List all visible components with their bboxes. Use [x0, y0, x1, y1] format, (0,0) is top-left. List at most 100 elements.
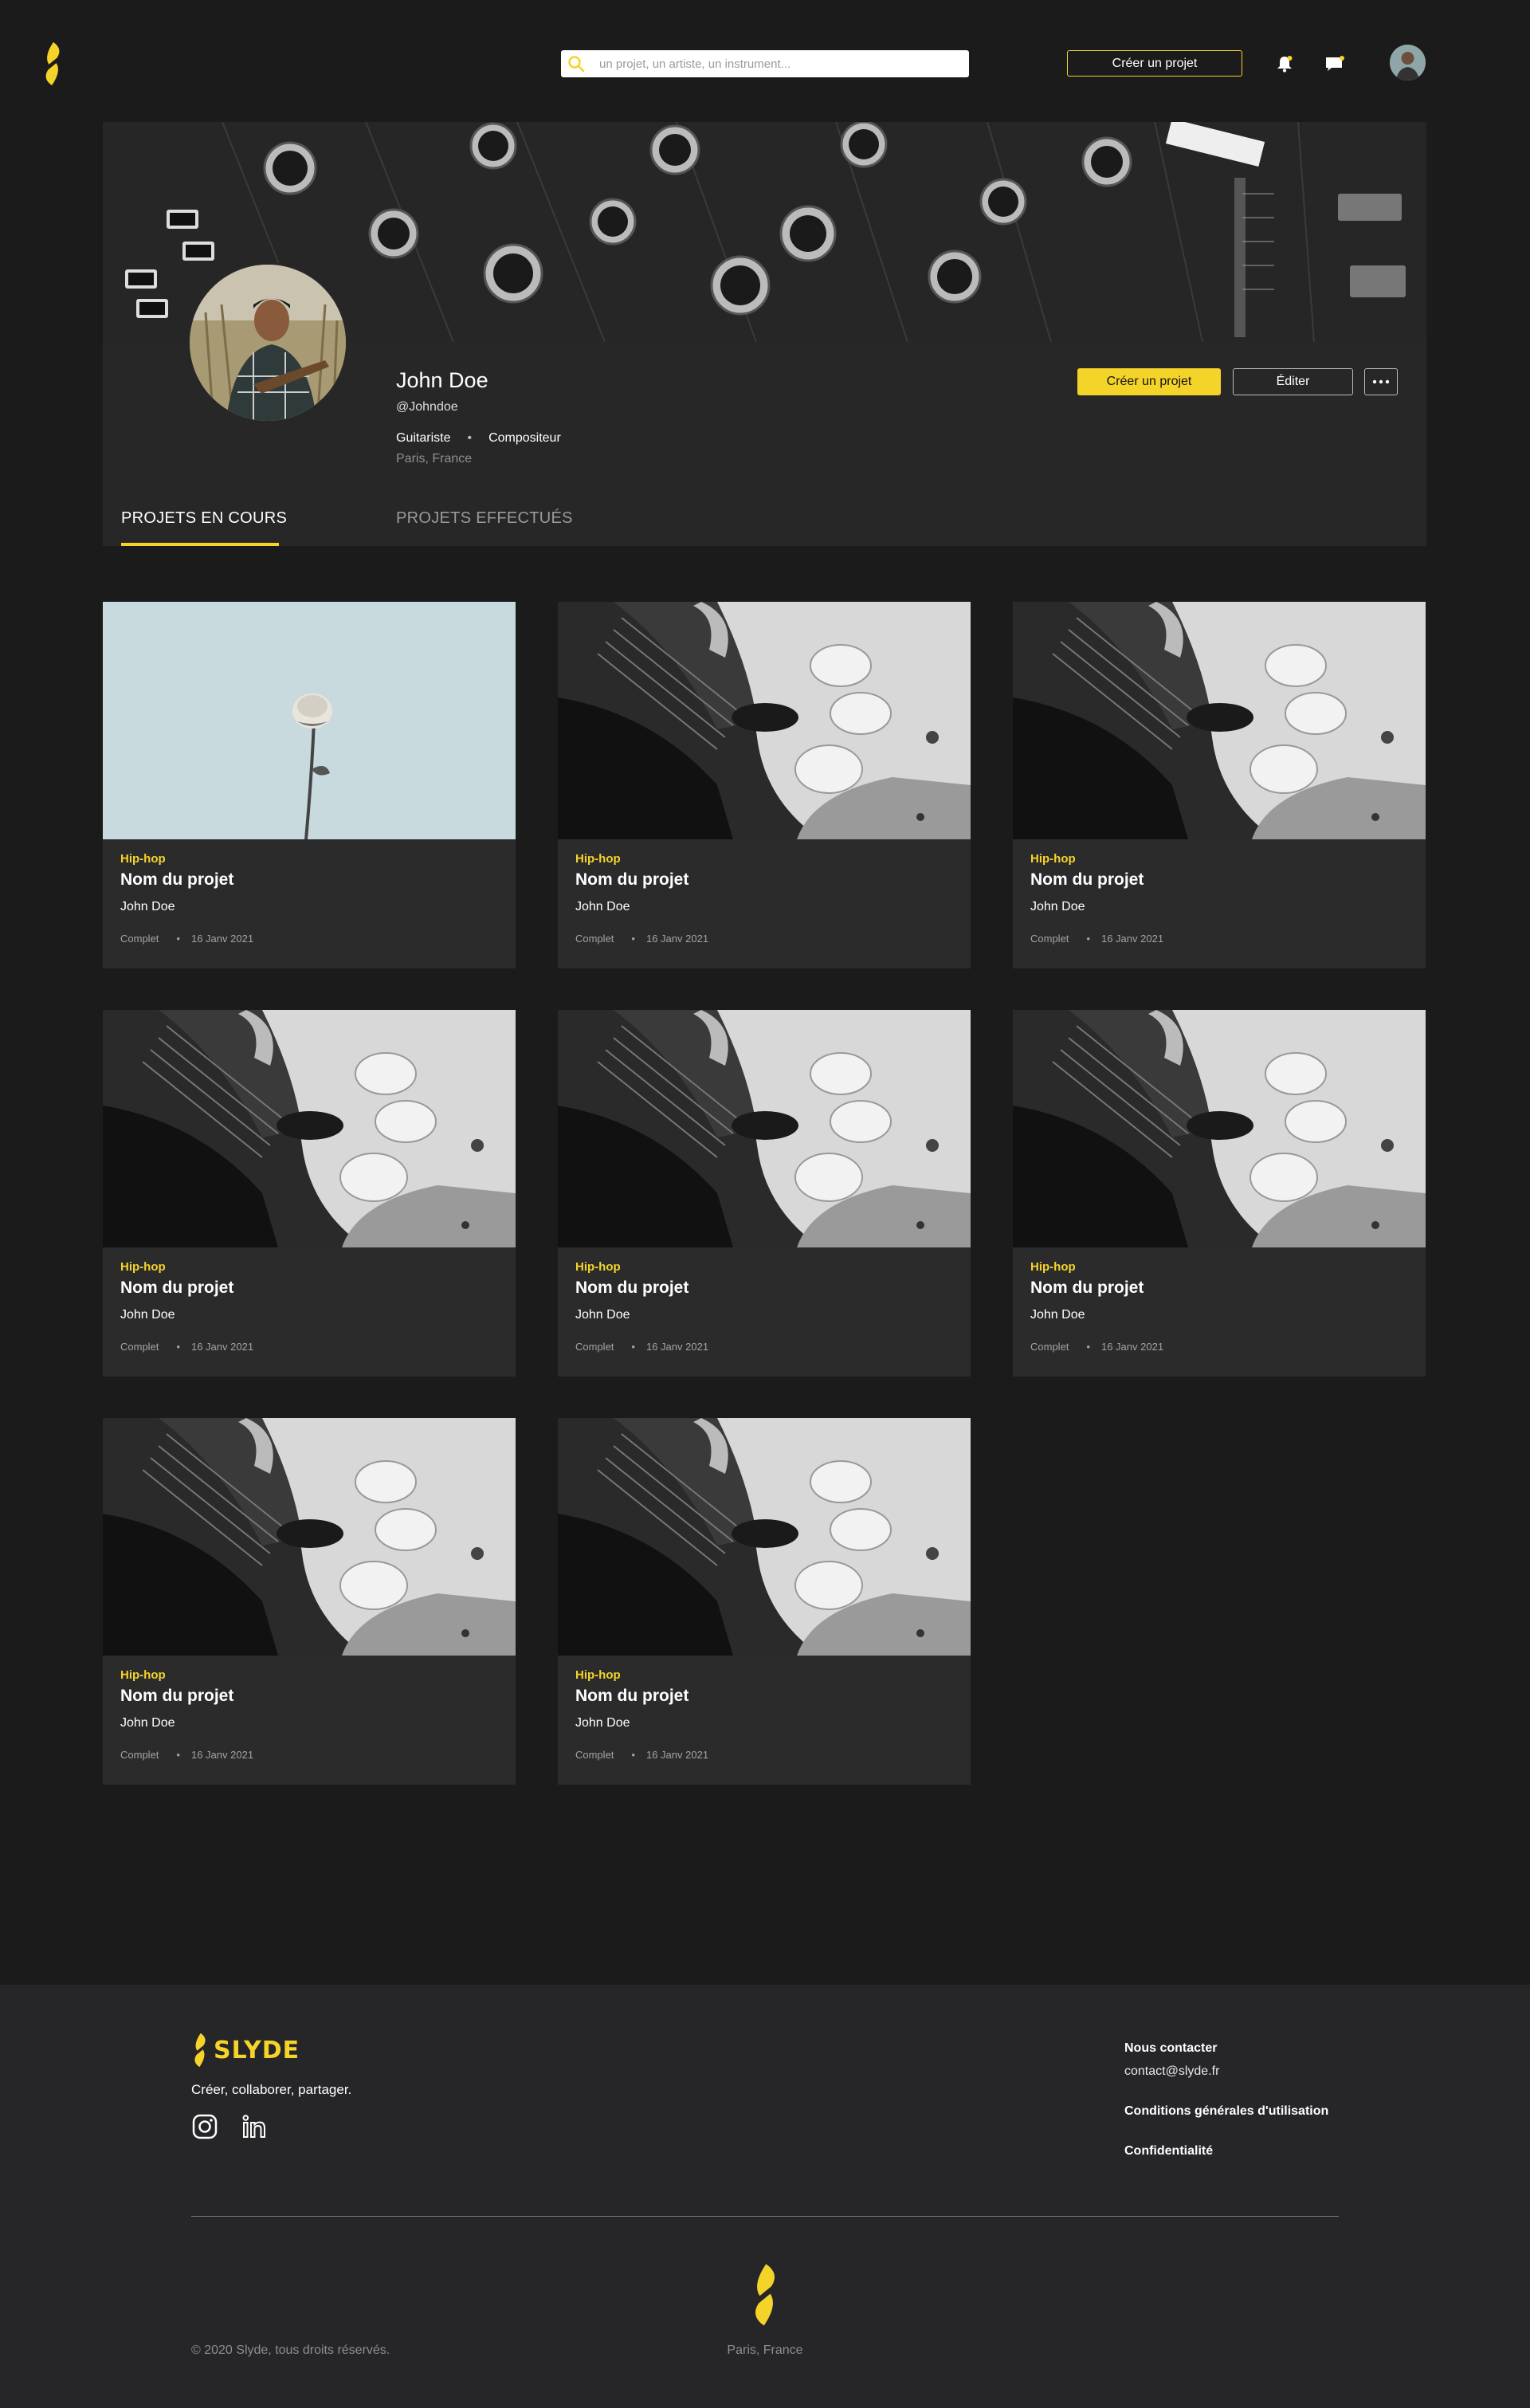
footer-logo[interactable]: SLYDE	[191, 2031, 300, 2069]
footer-city: Paris, France	[727, 2343, 803, 2357]
project-meta: Complet • 16 Janv 2021	[120, 1749, 254, 1761]
footer-contact-heading: Nous contacter	[1124, 2041, 1218, 2055]
chat-icon[interactable]	[1322, 51, 1348, 77]
project-meta: Complet • 16 Janv 2021	[575, 933, 709, 945]
project-name: Nom du projet	[120, 1279, 234, 1297]
search-input[interactable]	[591, 52, 969, 76]
project-meta: Complet • 16 Janv 2021	[575, 1749, 709, 1761]
project-meta: Complet • 16 Janv 2021	[120, 1341, 254, 1353]
create-project-button-header[interactable]: Créer un projet	[1067, 50, 1242, 77]
footer-copyright: © 2020 Slyde, tous droits réservés.	[191, 2343, 390, 2357]
project-card[interactable]: Hip-hop Nom du projet John Doe Complet • 1…	[103, 602, 516, 968]
profile-avatar	[187, 262, 348, 423]
search-icon[interactable]	[561, 50, 591, 77]
more-options-button[interactable]	[1364, 368, 1398, 395]
linkedin-icon[interactable]	[241, 2113, 268, 2140]
footer-terms-link[interactable]: Conditions générales d'utilisation	[1124, 2104, 1328, 2119]
project-date: 16 Janv 2021	[190, 1341, 254, 1353]
footer-brand-name: SLYDE	[214, 2036, 300, 2064]
project-card[interactable]: Hip-hop Nom du projet John Doe Complet • 1…	[558, 1010, 971, 1377]
project-date: 16 Janv 2021	[645, 1341, 709, 1353]
project-meta: Complet • 16 Janv 2021	[1030, 1341, 1164, 1353]
project-status: Complet	[1030, 933, 1069, 945]
tab-current-projects[interactable]: PROJETS EN COURS	[121, 509, 287, 528]
slyde-logo-icon-center	[749, 2258, 781, 2331]
instagram-icon[interactable]	[191, 2113, 218, 2140]
project-thumbnail	[103, 602, 516, 839]
profile-location: Paris, France	[396, 452, 473, 465]
project-thumbnail	[1013, 1010, 1426, 1247]
project-genre: Hip-hop	[1030, 852, 1076, 866]
project-card[interactable]: Hip-hop Nom du projet John Doe Complet • 1…	[1013, 602, 1426, 968]
slyde-logo-icon	[191, 2031, 209, 2069]
edit-profile-button[interactable]: Éditer	[1233, 368, 1353, 395]
project-name: Nom du projet	[1030, 870, 1144, 889]
search-bar[interactable]	[561, 50, 969, 77]
project-card[interactable]: Hip-hop Nom du projet John Doe Complet • 1…	[558, 1418, 971, 1785]
footer-privacy-link[interactable]: Confidentialité	[1124, 2144, 1213, 2159]
project-status: Complet	[120, 1749, 159, 1761]
project-date: 16 Janv 2021	[1100, 1341, 1164, 1353]
project-genre: Hip-hop	[575, 852, 621, 866]
project-genre: Hip-hop	[575, 1668, 621, 1682]
project-status: Complet	[575, 1749, 614, 1761]
profile-name: John Doe	[396, 368, 488, 392]
project-author: John Doe	[120, 900, 175, 913]
project-card[interactable]: Hip-hop Nom du projet John Doe Complet • 1…	[103, 1010, 516, 1377]
project-date: 16 Janv 2021	[645, 1749, 709, 1761]
bell-icon[interactable]	[1272, 51, 1297, 77]
project-author: John Doe	[120, 1716, 175, 1730]
user-avatar[interactable]	[1390, 45, 1426, 81]
footer-tagline: Créer, collaborer, partager.	[191, 2082, 352, 2097]
project-thumbnail	[558, 602, 971, 839]
profile-roles: Guitariste • Compositeur	[396, 431, 561, 446]
role-composer: Compositeur	[488, 431, 561, 445]
create-project-button[interactable]: Créer un projet	[1077, 368, 1221, 395]
tab-completed-projects[interactable]: PROJETS EFFECTUÉS	[396, 509, 573, 528]
project-date: 16 Janv 2021	[645, 933, 709, 945]
project-status: Complet	[1030, 1341, 1069, 1353]
project-author: John Doe	[1030, 900, 1085, 913]
project-card[interactable]: Hip-hop Nom du projet John Doe Complet • 1…	[1013, 1010, 1426, 1377]
profile-handle: @Johndoe	[396, 400, 458, 414]
project-thumbnail	[103, 1010, 516, 1247]
project-status: Complet	[120, 933, 159, 945]
project-author: John Doe	[575, 1308, 630, 1322]
project-meta: Complet • 16 Janv 2021	[1030, 933, 1164, 945]
project-thumbnail	[103, 1418, 516, 1656]
top-navbar: Créer un projet	[0, 0, 1530, 124]
footer-contact-email[interactable]: contact@slyde.fr	[1124, 2064, 1219, 2079]
role-separator: •	[467, 431, 473, 445]
project-author: John Doe	[1030, 1308, 1085, 1322]
project-author: John Doe	[575, 900, 630, 913]
project-genre: Hip-hop	[120, 1260, 166, 1274]
project-date: 16 Janv 2021	[190, 933, 254, 945]
project-genre: Hip-hop	[575, 1260, 621, 1274]
project-name: Nom du projet	[575, 1687, 689, 1705]
slyde-logo-icon[interactable]	[41, 41, 64, 86]
project-name: Nom du projet	[120, 1687, 234, 1705]
project-name: Nom du projet	[575, 870, 689, 889]
project-genre: Hip-hop	[120, 1668, 166, 1682]
project-status: Complet	[575, 1341, 614, 1353]
project-author: John Doe	[575, 1716, 630, 1730]
active-tab-indicator	[121, 543, 279, 546]
project-date: 16 Janv 2021	[1100, 933, 1164, 945]
project-name: Nom du projet	[1030, 1279, 1144, 1297]
project-genre: Hip-hop	[120, 852, 166, 866]
project-meta: Complet • 16 Janv 2021	[120, 933, 254, 945]
project-date: 16 Janv 2021	[190, 1749, 254, 1761]
project-status: Complet	[575, 933, 614, 945]
project-thumbnail	[1013, 602, 1426, 839]
profile-panel: John Doe @Johndoe Guitariste • Composite…	[103, 122, 1426, 546]
project-thumbnail	[558, 1418, 971, 1656]
project-card[interactable]: Hip-hop Nom du projet John Doe Complet • 1…	[558, 602, 971, 968]
project-status: Complet	[120, 1341, 159, 1353]
project-card[interactable]: Hip-hop Nom du projet John Doe Complet • 1…	[103, 1418, 516, 1785]
project-name: Nom du projet	[120, 870, 234, 889]
more-dots-icon	[1372, 379, 1390, 384]
project-thumbnail	[558, 1010, 971, 1247]
role-guitarist: Guitariste	[396, 431, 451, 445]
project-genre: Hip-hop	[1030, 1260, 1076, 1274]
footer: SLYDE Créer, collaborer, partager. Nous …	[0, 1985, 1530, 2408]
